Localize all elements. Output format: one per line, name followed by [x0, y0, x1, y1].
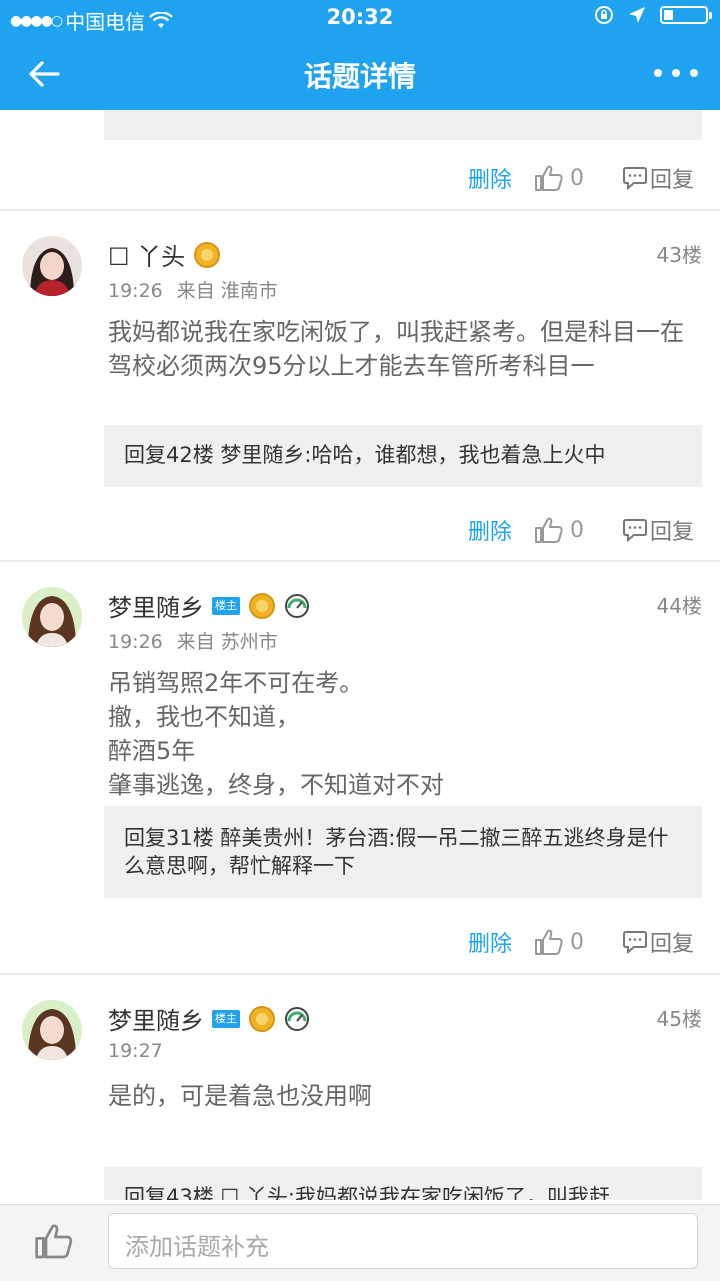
- reply-quote[interactable]: 回复42楼 梦里随乡:哈哈，谁都想，我也着急上火中: [104, 425, 702, 487]
- reply-label: 回复: [649, 520, 694, 545]
- page-title: 话题详情: [303, 60, 416, 93]
- avatar[interactable]: [22, 587, 82, 647]
- like-count: 0: [569, 517, 584, 543]
- owner-badge: 楼主: [212, 596, 240, 615]
- username[interactable]: 梦里随乡: [108, 588, 204, 623]
- nav-bar: 话题详情: [0, 36, 720, 110]
- like-count: 0: [569, 165, 584, 191]
- like-button[interactable]: 0: [534, 164, 584, 192]
- comment-line: 吊销驾照2年不可在考。: [108, 669, 364, 697]
- owner-badge: 楼主: [212, 1009, 240, 1028]
- medal-icon: [249, 592, 275, 619]
- delete-button[interactable]: 删除: [468, 926, 512, 958]
- username-row: 梦里随乡 楼主: [108, 1001, 310, 1036]
- username[interactable]: ☐ 丫头: [108, 237, 185, 272]
- post-time: 19:27: [108, 1040, 163, 1062]
- floor-number: 45楼: [656, 1007, 702, 1031]
- reply-quote[interactable]: 回复31楼 醉美贵州！茅台酒:假一吊二撤三醉五逃终身是什么意思啊，帮忙解释一下: [104, 806, 702, 898]
- post-meta: 19:26 来自 苏州市: [108, 627, 278, 654]
- reply-quote[interactable]: 回复43楼 ☐ 丫头:我妈都说我在家吃闲饭了，叫我赶: [104, 1167, 702, 1200]
- medal-icon: [249, 1005, 275, 1032]
- thumbs-up-icon[interactable]: [34, 1221, 74, 1261]
- post-actions: 删除 0 回复: [468, 158, 694, 198]
- comment-item: 梦里随乡 楼主 44楼 19:26 来自 苏州市 吊销驾照2年不可在考。 撤，我也…: [0, 562, 720, 974]
- battery-icon: [660, 6, 712, 24]
- level-gauge-icon: [285, 1006, 309, 1031]
- comment-item: ☐ 丫头 43楼 19:26 来自 淮南市 我妈都说我在家吃闲饭了，叫我赶紧考。但…: [0, 211, 720, 561]
- post-time: 19:26: [108, 280, 163, 302]
- medal-icon: [194, 241, 221, 268]
- post-location: 来自 苏州市: [176, 631, 278, 653]
- reply-quote-partial: [104, 110, 702, 140]
- more-menu-button[interactable]: [654, 58, 698, 88]
- level-gauge-icon: [285, 593, 309, 618]
- post-time: 19:26: [108, 631, 163, 653]
- post-meta: 19:26 来自 淮南市: [108, 276, 278, 303]
- speech-bubble-icon: [622, 519, 647, 542]
- comment-list[interactable]: 删除 0 回复 ☐ 丫头 43楼 19:26 来自 淮南市 我妈都说我在家吃闲饭…: [0, 110, 720, 1200]
- comment-text: 吊销驾照2年不可在考。 撤，我也不知道， 醉酒5年 肇事逃逸，终身，不知道对不对: [108, 666, 688, 802]
- floor-number: 43楼: [656, 243, 702, 267]
- post-actions: 删除 0 回复: [468, 510, 694, 550]
- reply-label: 回复: [649, 932, 694, 957]
- like-button[interactable]: 0: [534, 516, 584, 544]
- rotation-lock-icon: [595, 6, 613, 24]
- comment-line: 肇事逃逸，终身，不知道对不对: [108, 771, 444, 799]
- thumbs-up-icon: [534, 929, 563, 955]
- status-bar: ●●●●○ 中国电信 20:32: [0, 0, 720, 36]
- thumbs-up-icon: [534, 517, 563, 543]
- thumbs-up-icon: [534, 165, 563, 191]
- comment-line: 醉酒5年: [108, 737, 196, 765]
- username-row: ☐ 丫头: [108, 237, 221, 272]
- comment-text: 是的，可是着急也没用啊: [108, 1082, 372, 1110]
- speech-bubble-icon: [622, 931, 647, 954]
- username-row: 梦里随乡 楼主: [108, 588, 310, 623]
- comment-item: 梦里随乡 楼主 45楼 19:27 是的，可是着急也没用啊 回复43楼 ☐ 丫头…: [0, 975, 720, 1200]
- avatar[interactable]: [22, 1000, 82, 1060]
- battery-level: [664, 10, 673, 20]
- avatar[interactable]: [22, 236, 82, 296]
- comment-line: 撤，我也不知道，: [108, 703, 300, 731]
- delete-button[interactable]: 删除: [468, 162, 512, 194]
- post-actions: 删除 0 回复: [468, 922, 694, 962]
- floor-number: 44楼: [656, 594, 702, 618]
- delete-button[interactable]: 删除: [468, 514, 512, 546]
- reply-label: 回复: [649, 168, 694, 193]
- location-arrow-icon: [629, 7, 645, 23]
- comment-text: 我妈都说我在家吃闲饭了，叫我赶紧考。但是科目一在驾校必须两次95分以上才能去车管…: [108, 318, 684, 380]
- like-count: 0: [569, 929, 584, 955]
- dot-icon: [690, 69, 698, 77]
- bottom-bar: 添加话题补充: [0, 1204, 720, 1281]
- dot-icon: [654, 69, 662, 77]
- reply-button[interactable]: 回复: [622, 926, 694, 958]
- username[interactable]: 梦里随乡: [108, 1001, 204, 1036]
- speech-bubble-icon: [622, 167, 647, 190]
- dot-icon: [672, 69, 680, 77]
- reply-button[interactable]: 回复: [622, 162, 694, 194]
- add-supplement-input[interactable]: 添加话题补充: [108, 1213, 698, 1269]
- post-meta: 19:27: [108, 1040, 163, 1062]
- reply-button[interactable]: 回复: [622, 514, 694, 546]
- post-location: 来自 淮南市: [176, 280, 278, 302]
- like-button[interactable]: 0: [534, 928, 584, 956]
